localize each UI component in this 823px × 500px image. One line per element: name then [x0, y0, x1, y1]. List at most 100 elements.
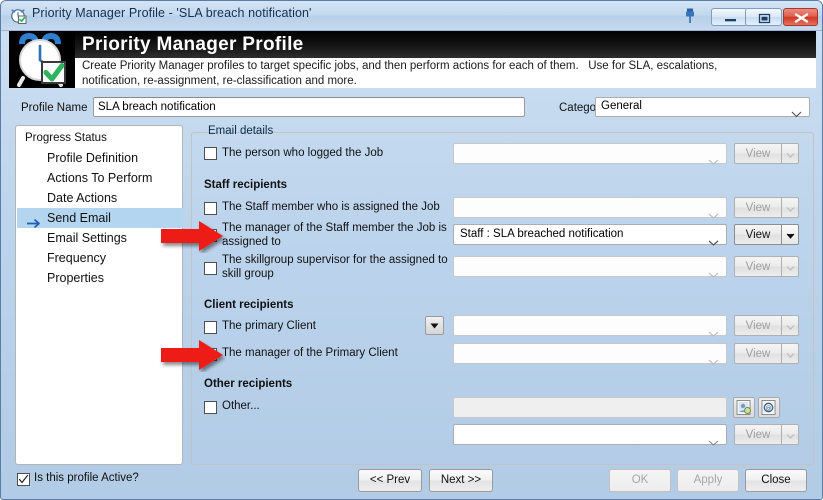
email-address-icon[interactable]: @	[758, 397, 780, 418]
close-button[interactable]	[783, 8, 818, 26]
person-logged-label: The person who logged the Job	[222, 147, 384, 159]
other-recipients-header: Other recipients	[204, 378, 293, 390]
staff-assigned-checkbox[interactable]	[204, 202, 217, 215]
view-button-label: View	[734, 224, 782, 245]
primary-client-manager-combo[interactable]	[453, 343, 727, 365]
chevron-down-icon	[791, 105, 802, 123]
sidebar-item-label: Profile Definition	[47, 151, 139, 165]
other-textbox[interactable]	[453, 397, 727, 418]
staff-manager-checkbox[interactable]	[204, 229, 217, 242]
prev-button[interactable]: << Prev	[358, 469, 422, 492]
minimize-button[interactable]	[711, 8, 748, 26]
skillgroup-supervisor-label: The skillgroup supervisor for the assign…	[222, 254, 448, 281]
primary-client-manager-label: The manager of the Primary Client	[222, 347, 398, 359]
view-button-label: View	[734, 256, 782, 277]
banner-description: Create Priority Manager profiles to targ…	[75, 58, 816, 88]
view-button-label: View	[734, 143, 782, 164]
sidebar-item-label: Date Actions	[47, 191, 118, 205]
view-button-dropdown[interactable]	[782, 424, 799, 445]
view-button-label: View	[734, 315, 782, 336]
progress-status-panel: Progress Status Profile Definition Actio…	[15, 125, 183, 465]
primary-client-checkbox[interactable]	[204, 321, 217, 334]
chevron-down-icon	[708, 352, 719, 370]
sidebar-item-label: Frequency	[47, 251, 107, 265]
client-recipients-header: Client recipients	[204, 299, 294, 311]
primary-client-manager-view-button[interactable]: View	[734, 343, 799, 364]
sidebar-item-label: Properties	[47, 271, 104, 285]
sidebar-item-label: Email Settings	[47, 231, 127, 245]
close-dialog-button[interactable]: Close	[745, 469, 807, 492]
sidebar-item-label: Actions To Perform	[47, 171, 153, 185]
chevron-down-icon	[708, 433, 719, 451]
sidebar-item-actions-to-perform[interactable]: Actions To Perform	[17, 168, 183, 188]
skillgroup-supervisor-view-button[interactable]: View	[734, 256, 799, 277]
ok-button[interactable]: OK	[609, 469, 671, 492]
select-contact-icon[interactable]	[733, 397, 755, 418]
email-details-legend: Email details	[204, 124, 278, 138]
profile-name-label: Profile Name	[21, 102, 88, 114]
banner-alarm-clock-check-icon	[9, 31, 75, 88]
view-button-dropdown[interactable]	[782, 197, 799, 218]
person-logged-view-button[interactable]: View	[734, 143, 799, 164]
skillgroup-supervisor-checkbox[interactable]	[204, 262, 217, 275]
other-label: Other...	[222, 400, 260, 412]
header-banner: Priority Manager Profile Create Priority…	[9, 31, 816, 88]
banner-title: Priority Manager Profile	[75, 31, 816, 58]
other-checkbox[interactable]	[204, 401, 217, 414]
sidebar-item-date-actions[interactable]: Date Actions	[17, 188, 183, 208]
view-button-label: View	[734, 343, 782, 364]
next-button[interactable]: Next >>	[429, 469, 493, 492]
view-button-dropdown[interactable]	[782, 256, 799, 277]
staff-assigned-view-button[interactable]: View	[734, 197, 799, 218]
banner-description-line2: notification, re-assignment, re-classifi…	[82, 74, 357, 87]
skillgroup-supervisor-label-line1: The skillgroup supervisor for the assign…	[222, 254, 448, 266]
view-button-label: View	[734, 424, 782, 445]
staff-manager-label: The manager of the Staff member the Job …	[222, 222, 447, 249]
staff-assigned-combo[interactable]	[453, 197, 727, 219]
primary-client-combo[interactable]	[453, 315, 727, 337]
staff-manager-view-button[interactable]: View	[734, 224, 799, 245]
sidebar-item-frequency[interactable]: Frequency	[17, 248, 183, 268]
staff-manager-combo[interactable]: Staff : SLA breached notification	[453, 224, 727, 246]
staff-assigned-label: The Staff member who is assigned the Job	[222, 201, 440, 213]
category-select[interactable]: General	[595, 97, 810, 118]
sidebar-item-email-settings[interactable]: Email Settings	[17, 228, 183, 248]
is-profile-active-checkbox[interactable]	[17, 473, 30, 486]
view-button-dropdown[interactable]	[782, 315, 799, 336]
sidebar-item-send-email[interactable]: Send Email	[17, 208, 183, 228]
banner-description-line1: Create Priority Manager profiles to targ…	[82, 60, 718, 72]
progress-status-header: Progress Status	[25, 132, 107, 144]
view-button-dropdown[interactable]	[782, 224, 799, 245]
staff-manager-combo-value: Staff : SLA breached notification	[460, 228, 624, 240]
other-template-view-button[interactable]: View	[734, 424, 799, 445]
person-logged-checkbox[interactable]	[204, 147, 217, 160]
chevron-down-icon	[708, 265, 719, 283]
window-title: Priority Manager Profile - 'SLA breach n…	[32, 6, 312, 20]
title-bar: Priority Manager Profile - 'SLA breach n…	[1, 1, 822, 31]
chevron-down-icon	[708, 206, 719, 224]
view-button-dropdown[interactable]	[782, 143, 799, 164]
is-profile-active-label: Is this profile Active?	[34, 472, 139, 484]
chevron-down-icon	[708, 233, 719, 251]
staff-manager-label-line2: assigned to	[222, 235, 281, 248]
staff-recipients-header: Staff recipients	[204, 179, 288, 191]
sidebar-item-label: Send Email	[47, 211, 111, 225]
primary-client-view-button[interactable]: View	[734, 315, 799, 336]
apply-button[interactable]: Apply	[677, 469, 739, 492]
pin-icon[interactable]	[683, 7, 697, 25]
primary-client-manager-checkbox[interactable]	[204, 348, 217, 361]
profile-name-input[interactable]	[93, 97, 525, 117]
view-button-label: View	[734, 197, 782, 218]
sidebar-item-properties[interactable]: Properties	[17, 268, 183, 288]
svg-text:@: @	[766, 405, 772, 412]
alarm-clock-check-icon	[10, 7, 27, 24]
other-template-combo[interactable]	[453, 424, 727, 446]
primary-client-dropdown-toggle[interactable]	[425, 316, 444, 335]
view-button-dropdown[interactable]	[782, 343, 799, 364]
skillgroup-supervisor-label-line2: skill group	[222, 267, 274, 280]
person-logged-combo[interactable]	[453, 143, 727, 165]
sidebar-item-profile-definition[interactable]: Profile Definition	[17, 148, 183, 168]
skillgroup-supervisor-combo[interactable]	[453, 256, 727, 278]
maximize-button[interactable]	[745, 8, 782, 26]
primary-client-label: The primary Client	[222, 320, 316, 332]
